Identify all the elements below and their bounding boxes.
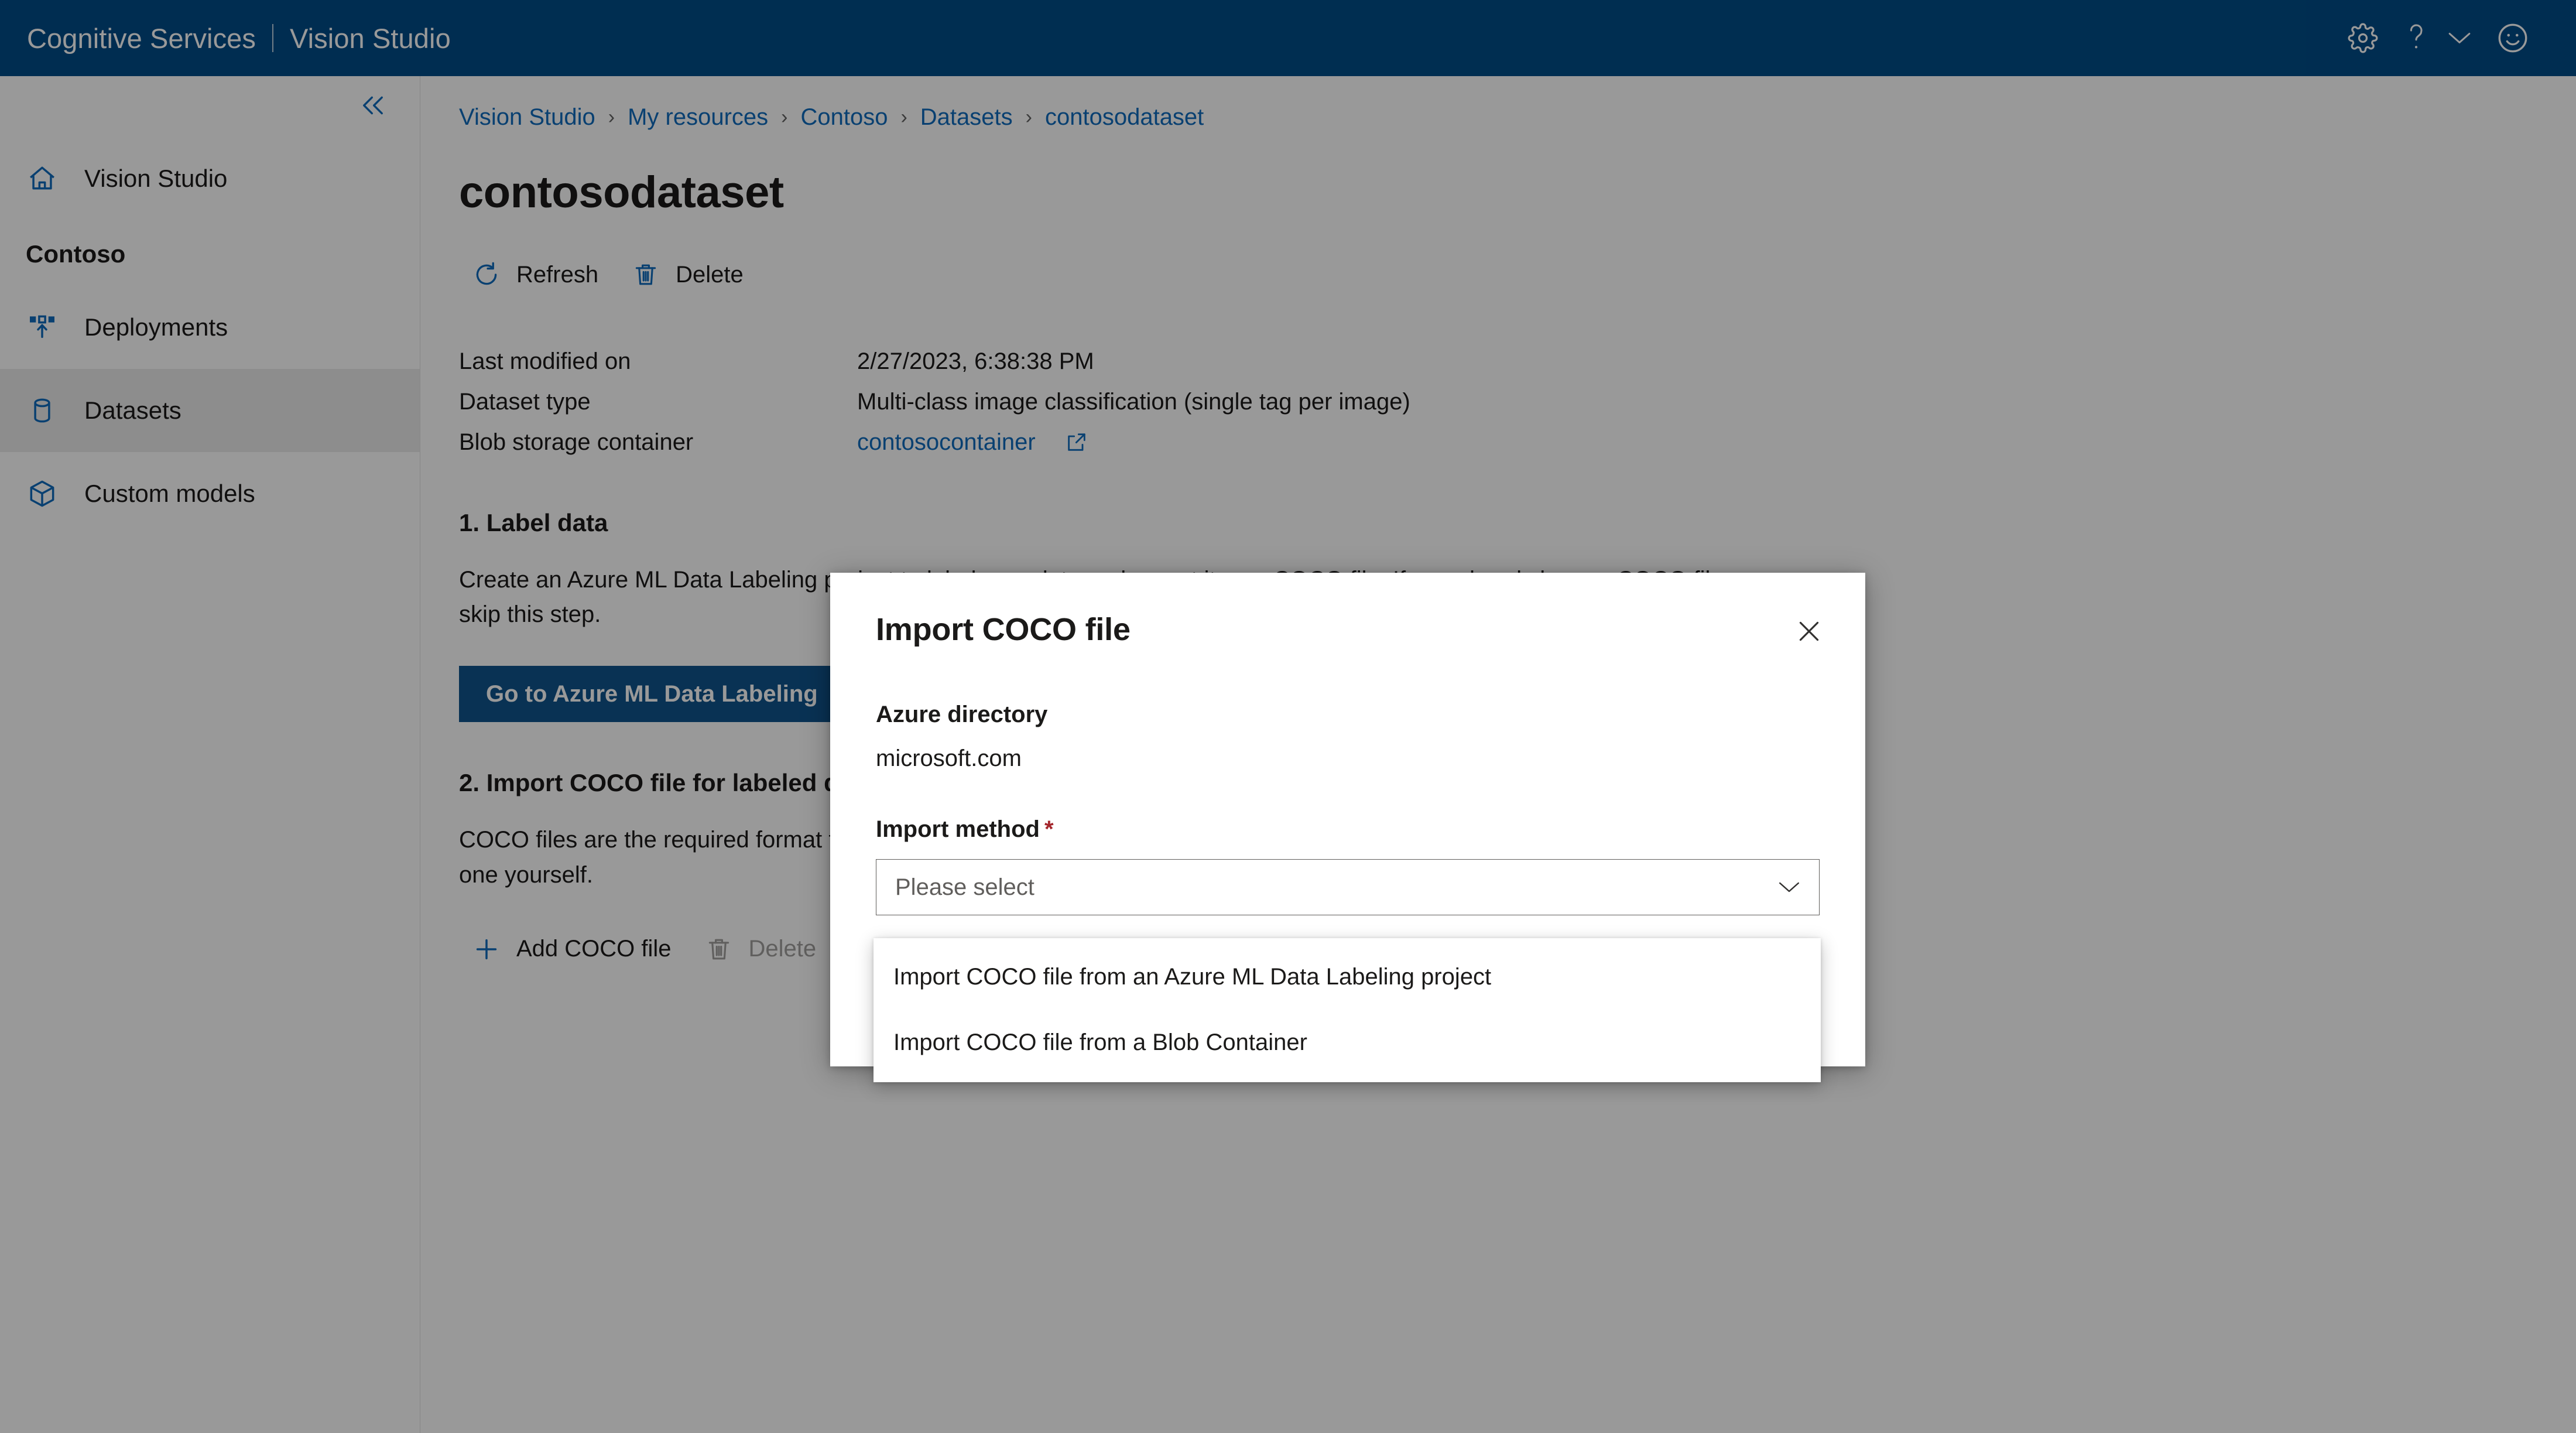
- import-method-select[interactable]: Please select: [876, 859, 1820, 915]
- required-asterisk: *: [1044, 816, 1054, 842]
- import-method-select-value: Please select: [895, 874, 1034, 900]
- close-icon: [1794, 617, 1824, 649]
- azure-directory-label: Azure directory: [876, 702, 1048, 727]
- chevron-down-icon: [1777, 880, 1801, 895]
- import-method-dropdown-list: Import COCO file from an Azure ML Data L…: [873, 938, 1821, 1082]
- dialog-title: Import COCO file: [876, 612, 1131, 647]
- dropdown-option-azure-ml-data-labeling[interactable]: Import COCO file from an Azure ML Data L…: [873, 944, 1821, 1010]
- close-dialog-button[interactable]: [1784, 608, 1834, 657]
- dropdown-option-blob-container[interactable]: Import COCO file from a Blob Container: [873, 1010, 1821, 1075]
- import-method-label: Import method *: [876, 816, 1820, 843]
- dialog-body: Azure directory microsoft.com Import met…: [830, 702, 1865, 915]
- import-method-label-text: Import method: [876, 816, 1040, 842]
- azure-directory-value: microsoft.com: [876, 745, 1022, 771]
- dialog-header: Import COCO file: [830, 573, 1865, 657]
